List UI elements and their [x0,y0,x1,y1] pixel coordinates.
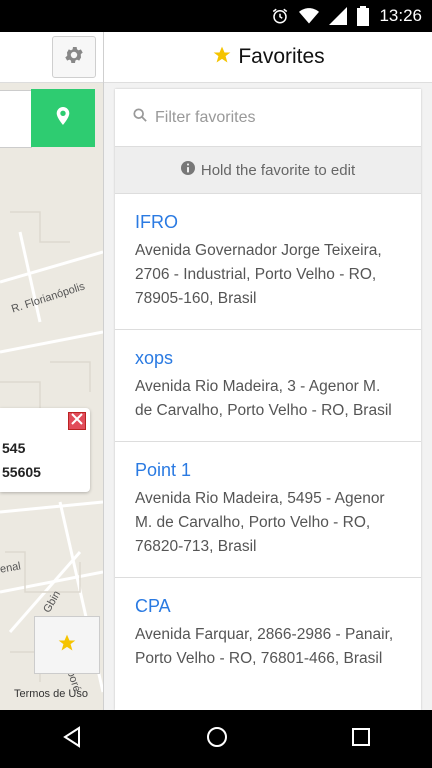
settings-button[interactable] [52,36,96,78]
filter-input[interactable] [153,107,407,128]
wifi-icon [299,7,320,25]
recents-button[interactable] [351,727,371,752]
info-icon [180,161,195,179]
locate-button[interactable] [31,89,95,147]
star-icon [57,633,77,658]
star-icon [212,45,232,70]
status-bar: 13:26 [0,0,432,32]
favorite-address: Avenida Farquar, 2866-2986 - Panair, Por… [135,626,394,667]
favorite-name: CPA [135,596,171,616]
map-pin-icon [56,106,70,130]
clock-time: 13:26 [379,6,422,25]
signal-icon [329,7,348,25]
favorites-button[interactable] [34,616,100,674]
back-icon [63,725,80,748]
map-toolbar [0,32,103,83]
home-icon [207,726,227,747]
favorite-address: Avenida Governador Jorge Teixeira, 2706 … [135,242,382,307]
map-search-field[interactable] [0,90,32,148]
close-button[interactable] [68,412,86,430]
favorite-item[interactable]: xops Avenida Rio Madeira, 3 - Agenor M. … [115,330,421,442]
map-info-card[interactable]: 545 55605 [0,408,90,492]
recents-icon [352,727,370,746]
favorites-card: Hold the favorite to edit IFRO Avenida G… [115,89,421,710]
edit-hint: Hold the favorite to edit [115,147,421,194]
favorite-address: Avenida Rio Madeira, 3 - Agenor M. de Ca… [135,378,392,419]
panel-title: Favorites [238,45,325,68]
favorite-item[interactable]: Point 1 Avenida Rio Madeira, 5495 - Agen… [115,442,421,578]
info-line: 55605 [2,464,41,480]
favorite-item[interactable]: IFRO Avenida Governador Jorge Teixeira, … [115,194,421,330]
favorite-item[interactable]: CPA Avenida Farquar, 2866-2986 - Panair,… [115,578,421,689]
favorites-panel: Favorites Hold the favorite to edit IFRO… [103,32,432,710]
hint-text: Hold the favorite to edit [200,161,356,179]
filter-bar [115,89,421,147]
back-button[interactable] [61,725,83,753]
favorite-name: Point 1 [135,460,192,480]
favorite-name: xops [135,348,174,368]
favorite-address: Avenida Rio Madeira, 5495 - Agenor M. de… [135,490,385,555]
map-view[interactable]: R. Florianópolis enal R. Gbin Av. Guapor… [0,32,103,710]
gear-icon [63,44,85,71]
navigation-bar [0,710,432,768]
favorite-name: IFRO [135,212,178,232]
info-line: 545 [2,440,26,456]
battery-icon [357,6,370,26]
alarm-icon [271,7,289,25]
terms-link[interactable]: Termos de Uso [14,688,88,700]
home-button[interactable] [205,725,229,754]
panel-header: Favorites [104,32,432,83]
close-icon [71,412,83,430]
search-icon [133,108,147,127]
